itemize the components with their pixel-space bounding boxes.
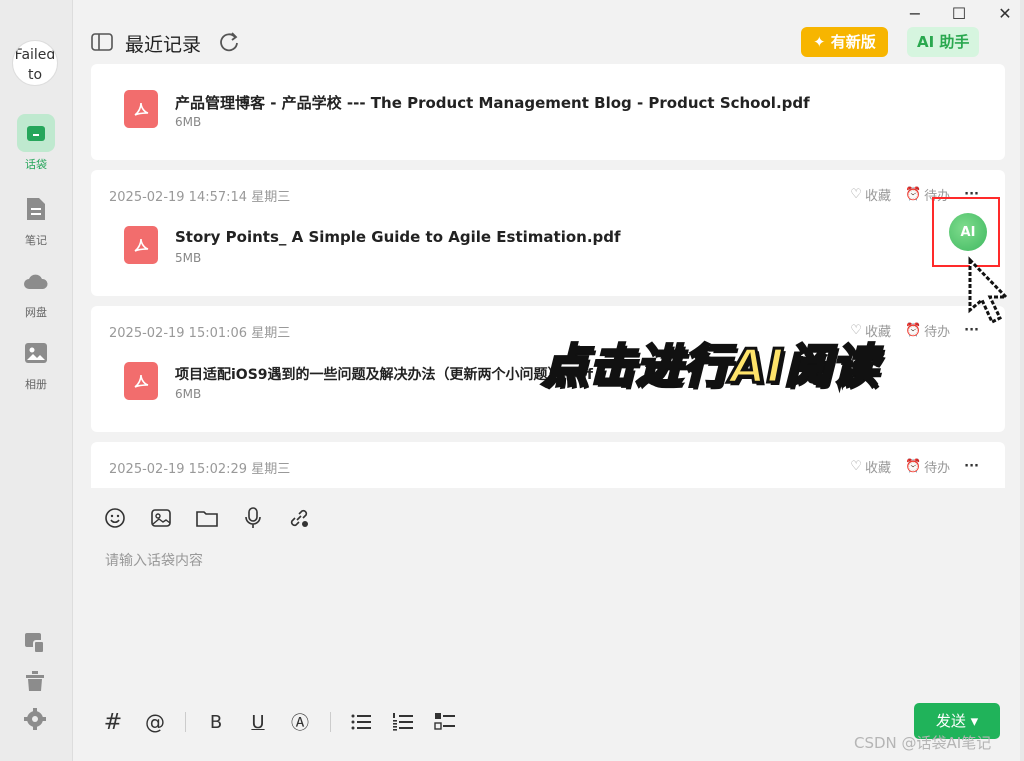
file-size: 6MB xyxy=(175,115,202,129)
mic-icon[interactable] xyxy=(241,506,265,530)
composer-format-toolbar: # @ B U Ⓐ xyxy=(101,710,457,735)
list-item[interactable]: 2025-02-19 14:57:14 星期三 ♡ 收藏 ⏰ 待办 ··· Stor… xyxy=(91,170,1005,296)
page-title: 最近记录 xyxy=(125,34,202,56)
item-actions: ♡ 收藏 ⏰ 待办 ··· xyxy=(850,457,979,476)
item-date: 2025-02-19 15:02:29 星期三 xyxy=(109,462,291,477)
pdf-icon xyxy=(124,90,158,128)
ai-assistant-button[interactable]: AI 助手 xyxy=(907,27,980,57)
alarm-icon: ⏰ xyxy=(904,187,922,202)
favorite-label: 收藏 xyxy=(864,461,891,476)
mouse-cursor-icon xyxy=(964,256,1022,338)
pdf-icon xyxy=(124,362,158,400)
alarm-icon: ⏰ xyxy=(904,459,922,474)
todo-button[interactable]: ⏰ 待办 xyxy=(905,321,950,340)
new-version-button[interactable]: ✦ 有新版 xyxy=(801,27,888,57)
trash-icon[interactable] xyxy=(22,668,48,694)
pdf-icon xyxy=(124,226,158,264)
folder-icon[interactable] xyxy=(195,506,219,530)
sidebar-item-label: 笔记 xyxy=(25,234,47,247)
home-icon xyxy=(17,114,55,152)
sidebar-toggle-icon[interactable] xyxy=(91,32,113,56)
sidebar-item-label: 相册 xyxy=(25,378,47,391)
toolbar-divider xyxy=(185,712,186,732)
sidebar-item-huadai[interactable]: 话袋 xyxy=(0,114,72,172)
todo-button[interactable]: ⏰ 待办 xyxy=(905,457,950,476)
heart-icon: ♡ xyxy=(850,459,862,474)
photo-icon xyxy=(17,334,55,372)
device-icon[interactable] xyxy=(22,630,48,656)
sidebar-item-notes[interactable]: 笔记 xyxy=(0,190,72,248)
refresh-icon[interactable] xyxy=(218,31,240,57)
more-button[interactable]: ··· xyxy=(964,459,979,474)
header: 最近记录 ✦ 有新版 AI 助手 xyxy=(73,22,1021,64)
numbered-list-icon[interactable] xyxy=(391,710,415,734)
todo-label: 待办 xyxy=(924,325,951,340)
sidebar-item-label: 网盘 xyxy=(25,306,47,319)
highlight-button[interactable]: Ⓐ xyxy=(288,710,312,734)
settings-icon[interactable] xyxy=(22,706,48,732)
file-name[interactable]: Story Points_ A Simple Guide to Agile Es… xyxy=(175,228,621,246)
avatar-alt-text: Failed to xyxy=(14,47,56,83)
emoji-icon[interactable] xyxy=(103,506,127,530)
sidebar-item-album[interactable]: 相册 xyxy=(0,334,72,392)
overlay-caption: 点击进行AI阅读 xyxy=(541,338,880,395)
file-name[interactable]: 项目适配iOS9遇到的一些问题及解决办法（更新两个小问题）.pdf xyxy=(175,364,593,384)
maximize-button[interactable]: ☐ xyxy=(947,4,971,24)
heart-icon: ♡ xyxy=(850,187,862,202)
composer-input[interactable]: 请输入话袋内容 xyxy=(105,550,203,570)
favorite-label: 收藏 xyxy=(864,189,891,204)
sidebar-item-label: 话袋 xyxy=(25,158,47,171)
bold-button[interactable]: B xyxy=(204,710,228,734)
file-size: 5MB xyxy=(175,251,202,265)
item-date: 2025-02-19 14:57:14 星期三 xyxy=(109,190,291,205)
favorite-button[interactable]: ♡ 收藏 xyxy=(850,457,891,476)
sidebar-item-cloud[interactable]: 网盘 xyxy=(0,262,72,320)
watermark: CSDN @话袋AI笔记 xyxy=(854,734,992,752)
favorite-button[interactable]: ♡ 收藏 xyxy=(850,185,891,204)
image-icon[interactable] xyxy=(149,506,173,530)
cloud-icon xyxy=(17,262,55,300)
hashtag-button[interactable]: # xyxy=(101,710,125,735)
item-date: 2025-02-19 15:01:06 星期三 xyxy=(109,326,291,341)
file-size: 6MB xyxy=(175,387,202,401)
checklist-icon[interactable] xyxy=(433,710,457,734)
underline-button[interactable]: U xyxy=(246,710,270,734)
minimize-button[interactable]: − xyxy=(903,4,927,24)
todo-label: 待办 xyxy=(924,461,951,476)
avatar[interactable]: Failed to xyxy=(12,40,58,86)
composer-top-toolbar xyxy=(103,506,311,530)
close-button[interactable]: ✕ xyxy=(993,4,1017,24)
list-item[interactable]: 产品管理博客 - 产品学校 --- The Product Management… xyxy=(91,64,1005,160)
mention-button[interactable]: @ xyxy=(143,710,167,734)
toolbar-divider xyxy=(330,712,331,732)
list-item[interactable]: 2025-02-19 15:02:29 星期三 ♡ 收藏 ⏰ 待办 ··· xyxy=(91,442,1005,488)
alarm-icon: ⏰ xyxy=(904,323,922,338)
link-icon[interactable] xyxy=(287,506,311,530)
bullet-list-icon[interactable] xyxy=(349,710,373,734)
sidebar: Failed to 话袋 笔记 网盘 相册 xyxy=(0,0,72,761)
file-name[interactable]: 产品管理博客 - 产品学校 --- The Product Management… xyxy=(175,92,810,113)
composer: 请输入话袋内容 # @ B U Ⓐ 发送 ▾ xyxy=(91,490,1005,755)
note-icon xyxy=(17,190,55,228)
